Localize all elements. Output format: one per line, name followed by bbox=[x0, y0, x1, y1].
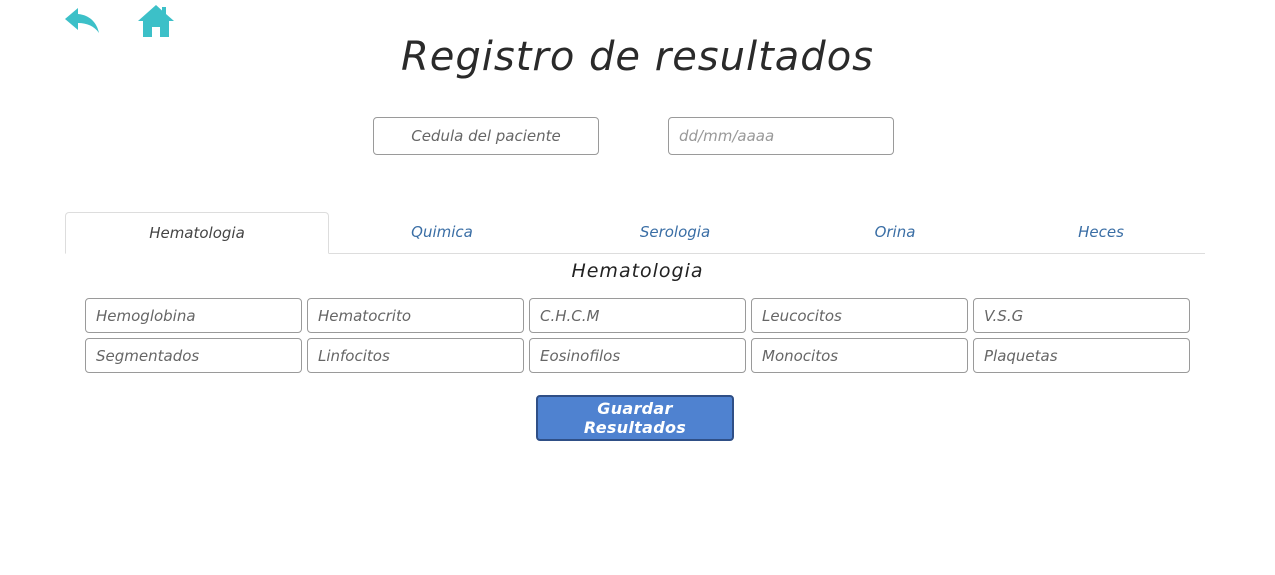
eosinofilos-input[interactable] bbox=[529, 338, 746, 373]
hemoglobina-input[interactable] bbox=[85, 298, 302, 333]
tab-heces[interactable]: Heces bbox=[995, 212, 1207, 254]
leucocitos-input[interactable] bbox=[751, 298, 968, 333]
date-input[interactable] bbox=[668, 117, 894, 155]
hematocrito-input[interactable] bbox=[307, 298, 524, 333]
vsg-input[interactable] bbox=[973, 298, 1190, 333]
page-title: Registro de resultados bbox=[400, 34, 875, 80]
tab-hematologia[interactable]: Hematologia bbox=[65, 212, 329, 254]
save-results-button[interactable]: Guardar Resultados bbox=[536, 395, 734, 441]
monocitos-input[interactable] bbox=[751, 338, 968, 373]
tab-serologia[interactable]: Serologia bbox=[559, 212, 791, 254]
tab-quimica[interactable]: Quimica bbox=[329, 212, 555, 254]
cedula-input[interactable] bbox=[373, 117, 599, 155]
plaquetas-input[interactable] bbox=[973, 338, 1190, 373]
chcm-input[interactable] bbox=[529, 298, 746, 333]
section-title: Hematologia bbox=[571, 260, 704, 282]
results-grid bbox=[85, 298, 1191, 373]
tab-orina[interactable]: Orina bbox=[785, 212, 1005, 254]
segmentados-input[interactable] bbox=[85, 338, 302, 373]
linfocitos-input[interactable] bbox=[307, 338, 524, 373]
tab-bar: Hematologia Quimica Serologia Orina Hece… bbox=[65, 212, 1205, 254]
